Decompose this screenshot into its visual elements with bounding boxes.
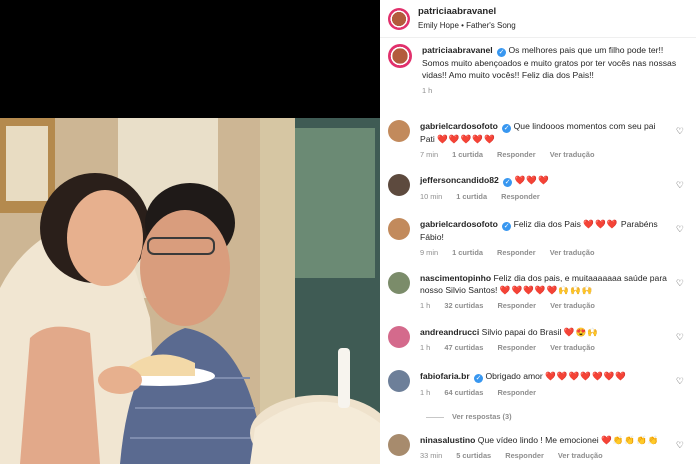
author-username[interactable]: patriciaabravanel xyxy=(418,5,516,19)
comment-emoji: ❤️❤️❤️ xyxy=(514,175,550,185)
comment-likes[interactable]: 32 curtidas xyxy=(444,301,483,310)
comment-emoji: ❤️👏👏👏👏 xyxy=(601,435,660,445)
reply-button[interactable]: Responder xyxy=(497,343,536,352)
comment-item: jeffersoncandido82 ✓ ❤️❤️❤️ 10 min 1 cur… xyxy=(388,174,688,203)
like-heart-icon[interactable]: ♡ xyxy=(676,332,684,343)
comment-likes[interactable]: 1 curtida xyxy=(452,248,483,257)
author-avatar[interactable] xyxy=(388,7,410,30)
avatar[interactable] xyxy=(388,434,410,456)
comment-username[interactable]: gabrielcardosofoto xyxy=(420,121,498,131)
reply-button[interactable]: Responder xyxy=(501,192,540,201)
translate-button[interactable]: Ver tradução xyxy=(558,451,603,460)
verified-icon: ✓ xyxy=(502,222,512,231)
comment-emoji: ❤️❤️❤️ xyxy=(583,219,619,229)
verified-icon: ✓ xyxy=(502,124,512,133)
comment-username[interactable]: ninasalustino xyxy=(420,435,475,445)
caption-time: 1 h xyxy=(422,86,433,95)
post-photo xyxy=(0,118,380,464)
comment-time: 33 min xyxy=(420,451,443,460)
comment-emoji: ❤️❤️❤️❤️❤️❤️❤️ xyxy=(545,371,628,381)
comment-likes[interactable]: 1 curtida xyxy=(452,150,483,159)
reply-button[interactable]: Responder xyxy=(497,301,536,310)
comment-username[interactable]: andreandrucci xyxy=(420,327,479,337)
like-heart-icon[interactable]: ♡ xyxy=(676,440,684,451)
post-media[interactable] xyxy=(0,0,380,464)
comment-time: 1 h xyxy=(420,388,431,397)
avatar[interactable] xyxy=(388,218,410,240)
verified-icon: ✓ xyxy=(503,178,513,187)
comment-item: gabrielcardosofoto ✓ Que lindooos moment… xyxy=(388,120,688,161)
comment-username[interactable]: nascimentopinho xyxy=(420,273,491,283)
like-heart-icon[interactable]: ♡ xyxy=(676,180,684,191)
view-replies-button[interactable]: Ver respostas (3) xyxy=(426,412,512,421)
comment-time: 1 h xyxy=(420,343,431,352)
comment-time: 1 h xyxy=(420,301,431,310)
avatar[interactable] xyxy=(388,326,410,348)
post-header: patriciaabravanel Emily Hope • Father's … xyxy=(380,0,696,38)
avatar[interactable] xyxy=(388,370,410,392)
like-heart-icon[interactable]: ♡ xyxy=(676,126,684,137)
author-avatar[interactable] xyxy=(388,44,412,68)
translate-button[interactable]: Ver tradução xyxy=(550,343,595,352)
comment-item: ninasalustino Que vídeo lindo ! Me emoci… xyxy=(388,434,688,462)
like-heart-icon[interactable]: ♡ xyxy=(676,376,684,387)
comment-likes[interactable]: 5 curtidas xyxy=(456,451,491,460)
comment-emoji: ❤️❤️❤️❤️❤️ xyxy=(437,134,496,144)
reply-button[interactable]: Responder xyxy=(497,388,536,397)
comment-text: Que vídeo lindo ! Me emocionei xyxy=(477,435,599,445)
reply-button[interactable]: Responder xyxy=(497,150,536,159)
caption-row: patriciaabravanel ✓ Os melhores pais que… xyxy=(388,44,688,97)
comment-time: 7 min xyxy=(420,150,439,159)
comment-time: 10 min xyxy=(420,192,443,201)
comment-text: Obrigado amor xyxy=(485,371,543,381)
verified-icon: ✓ xyxy=(474,374,484,383)
comment-item: andreandrucci Silvio papai do Brasil ❤️😍… xyxy=(388,326,688,354)
reply-button[interactable]: Responder xyxy=(497,248,536,257)
comment-likes[interactable]: 1 curtida xyxy=(456,192,487,201)
comment-text: Feliz dia dos Pais xyxy=(513,219,581,229)
comment-text: Silvio papai do Brasil xyxy=(481,327,562,337)
verified-icon: ✓ xyxy=(497,48,507,57)
comment-emoji: ❤️😍🙌 xyxy=(563,327,599,337)
like-heart-icon[interactable]: ♡ xyxy=(676,224,684,235)
avatar[interactable] xyxy=(388,174,410,196)
comment-item: gabrielcardosofoto ✓ Feliz dia dos Pais … xyxy=(388,218,688,259)
comment-username[interactable]: gabrielcardosofoto xyxy=(420,219,498,229)
comments-panel: patriciaabravanel Emily Hope • Father's … xyxy=(380,0,696,464)
comment-username[interactable]: fabiofaria.br xyxy=(420,371,470,381)
comment-item: nascimentopinho Feliz dia dos pais, e mu… xyxy=(388,272,688,312)
reply-button[interactable]: Responder xyxy=(505,451,544,460)
comment-likes[interactable]: 47 curtidas xyxy=(444,343,483,352)
caption-author[interactable]: patriciaabravanel xyxy=(422,45,493,55)
translate-button[interactable]: Ver tradução xyxy=(550,301,595,310)
avatar[interactable] xyxy=(388,120,410,142)
avatar[interactable] xyxy=(388,272,410,294)
comment-item: fabiofaria.br ✓ Obrigado amor ❤️❤️❤️❤️❤️… xyxy=(388,370,688,399)
comment-username[interactable]: jeffersoncandido82 xyxy=(420,175,499,185)
translate-button[interactable]: Ver tradução xyxy=(550,150,595,159)
like-heart-icon[interactable]: ♡ xyxy=(676,278,684,289)
comment-emoji: ❤️❤️❤️❤️❤️🙌🙌🙌 xyxy=(499,285,594,295)
comment-time: 9 min xyxy=(420,248,439,257)
audio-label[interactable]: Emily Hope • Father's Song xyxy=(418,19,516,33)
comment-likes[interactable]: 64 curtidas xyxy=(444,388,483,397)
translate-button[interactable]: Ver tradução xyxy=(550,248,595,257)
